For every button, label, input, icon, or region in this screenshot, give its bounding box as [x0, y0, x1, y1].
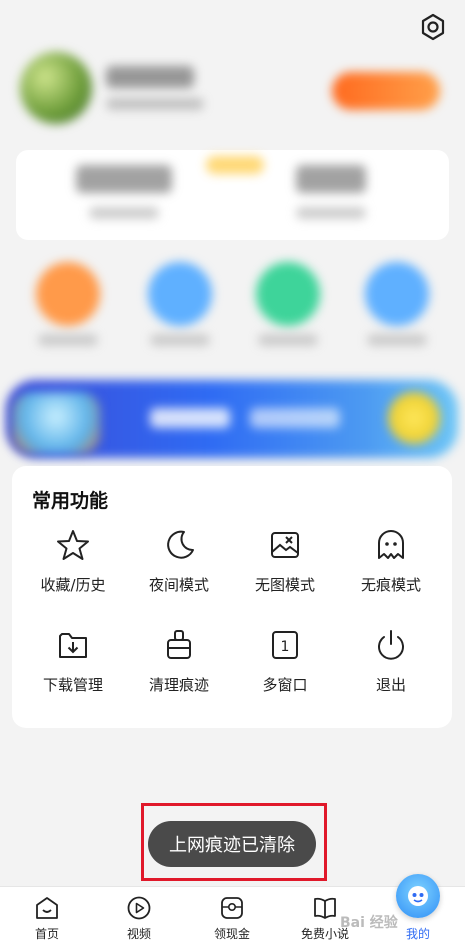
nav-video-label: 视频 [126, 927, 151, 941]
multi-window-label: 多窗口 [262, 676, 308, 694]
favorites-history-label: 收藏/历史 [40, 576, 106, 594]
nav-video[interactable]: 视频 [104, 895, 174, 942]
baidu-watermark: Bai 经验 [340, 915, 398, 931]
night-mode-button[interactable]: 夜间模式 [124, 528, 234, 595]
download-folder-icon [59, 633, 87, 658]
banner-illustration [12, 392, 100, 454]
no-image-mode-button[interactable]: 无图模式 [230, 528, 340, 595]
settings-button[interactable] [416, 10, 450, 44]
stat-left-blurred[interactable] [76, 165, 172, 219]
nav-home[interactable]: 首页 [12, 895, 82, 942]
star-icon [57, 530, 89, 560]
assistant-face-icon [408, 886, 428, 906]
shortcut-orange-blurred[interactable] [36, 262, 100, 326]
clear-traces-label: 清理痕迹 [148, 676, 209, 694]
avatar[interactable] [20, 52, 92, 124]
user-subtitle-blurred [106, 98, 204, 110]
common-functions-title: 常用功能 [32, 490, 109, 512]
incognito-mode-button[interactable]: 无痕模式 [336, 528, 446, 595]
shortcut-green-blurred[interactable] [256, 262, 320, 326]
cash-icon [221, 897, 243, 919]
moon-icon [167, 530, 194, 559]
nav-home-label: 首页 [34, 927, 59, 941]
banner-coin-icon [388, 392, 440, 444]
favorites-history-button[interactable]: 收藏/历史 [18, 528, 128, 595]
nav-cash-label: 领现金 [213, 927, 250, 941]
video-icon [127, 896, 151, 920]
night-mode-label: 夜间模式 [148, 576, 209, 594]
incognito-mode-label: 无痕模式 [360, 576, 421, 594]
window-count-badge: 1 [281, 639, 290, 655]
ai-assistant-button[interactable] [396, 874, 440, 918]
window-count-icon: 1 [272, 631, 298, 659]
nav-cash[interactable]: 领现金 [197, 895, 267, 942]
stat-right-blurred[interactable] [296, 165, 366, 219]
clear-traces-button[interactable]: 清理痕迹 [124, 628, 234, 695]
profile-action-button[interactable] [332, 72, 440, 110]
shortcut-blue-blurred[interactable] [148, 262, 212, 326]
shortcut-blue2-blurred[interactable] [365, 262, 429, 326]
power-icon [378, 630, 404, 660]
download-manager-label: 下载管理 [42, 676, 103, 694]
common-functions-card: 常用功能 收藏/历史 夜间模式 无图模式 无痕模式 下载管理 清理痕迹 1 多窗… [12, 466, 452, 728]
broom-icon [167, 630, 191, 659]
ghost-icon [378, 530, 404, 559]
multi-window-button[interactable]: 1 多窗口 [230, 628, 340, 695]
stats-badge-blurred [206, 156, 264, 174]
no-image-icon [271, 532, 299, 558]
exit-button[interactable]: 退出 [336, 628, 446, 695]
download-manager-button[interactable]: 下载管理 [18, 628, 128, 695]
home-icon [36, 897, 58, 919]
username-blurred [106, 66, 194, 88]
exit-label: 退出 [375, 676, 406, 694]
gear-icon [421, 13, 445, 41]
stats-card [16, 150, 449, 240]
no-image-mode-label: 无图模式 [254, 576, 315, 594]
book-icon [314, 897, 336, 919]
toast-message: 上网痕迹已清除 [148, 821, 316, 867]
